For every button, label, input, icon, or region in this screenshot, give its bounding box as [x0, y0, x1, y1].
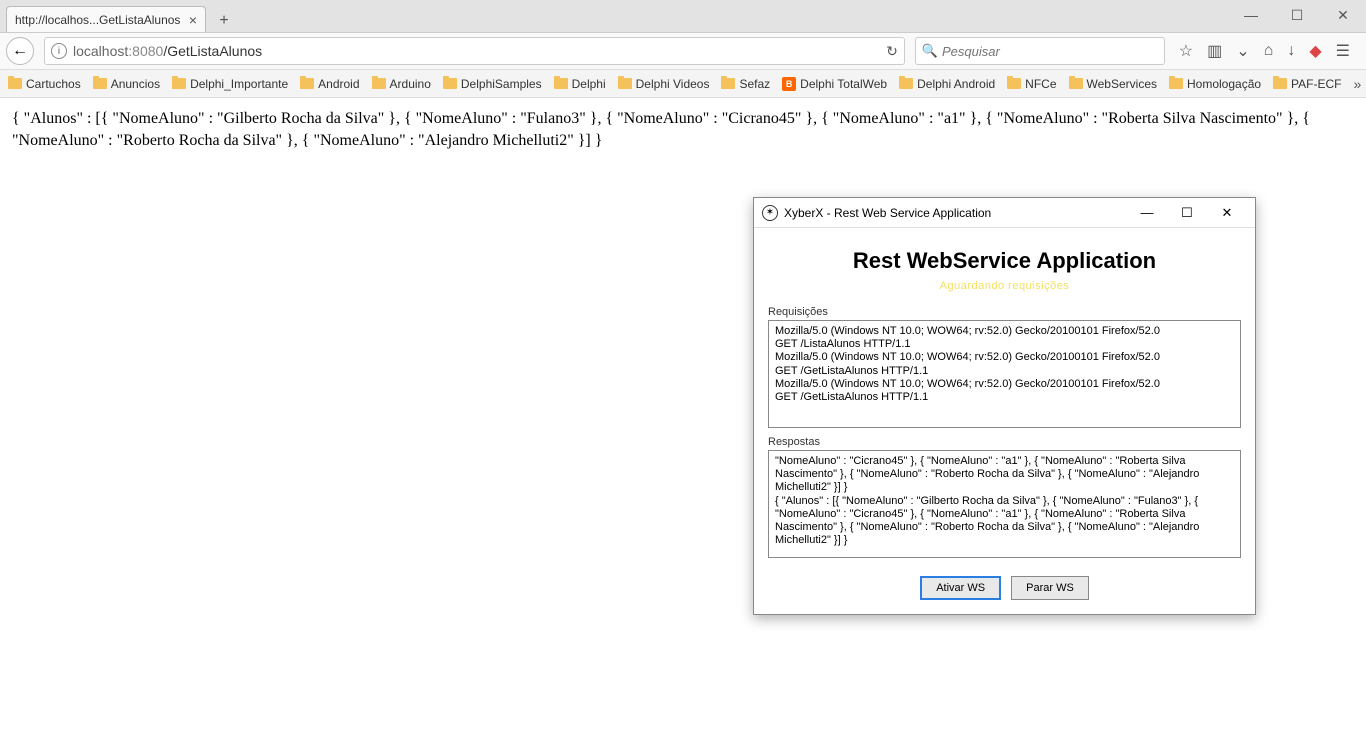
tab-strip: http://localhos...GetListaAlunos × + — ☐… [0, 0, 1366, 32]
app-close-button[interactable]: ✕ [1207, 201, 1247, 225]
bookmark-label: DelphiSamples [461, 77, 542, 91]
bookmark-label: Delphi Videos [636, 77, 710, 91]
app-icon: ✶ [762, 205, 778, 221]
responses-log[interactable]: "NomeAluno" : "Cicrano45" }, { "NomeAlun… [768, 450, 1241, 558]
new-tab-button[interactable]: + [212, 10, 236, 32]
bookmark-label: Delphi [572, 77, 606, 91]
bookmark-item[interactable]: DelphiSamples [443, 77, 542, 91]
app-titlebar[interactable]: ✶ XyberX - Rest Web Service Application … [754, 198, 1255, 228]
bookmark-label: Homologação [1187, 77, 1261, 91]
folder-icon [1169, 78, 1183, 89]
requests-log[interactable]: Mozilla/5.0 (Windows NT 10.0; WOW64; rv:… [768, 320, 1241, 428]
bookmark-item[interactable]: Arduino [372, 77, 431, 91]
bookmark-label: Android [318, 77, 359, 91]
bookmark-item[interactable]: Delphi [554, 77, 606, 91]
response-json-text: { "Alunos" : [{ "NomeAluno" : "Gilberto … [12, 110, 1310, 149]
downloads-icon[interactable]: ↓ [1287, 42, 1295, 60]
app-subheading: Aguardando requisições [768, 280, 1241, 292]
folder-icon [8, 78, 22, 89]
close-tab-icon[interactable]: × [189, 12, 197, 28]
tab-title: http://localhos...GetListaAlunos [15, 13, 180, 27]
app-window-title: XyberX - Rest Web Service Application [784, 206, 991, 220]
nav-bar: ← i localhost:8080/GetListaAlunos ↻ 🔍 ☆ … [0, 32, 1366, 70]
window-close-button[interactable]: ✕ [1320, 0, 1366, 30]
library-icon[interactable]: ▥ [1207, 41, 1222, 61]
folder-icon [1273, 78, 1287, 89]
requests-label: Requisições [768, 306, 1241, 318]
bookmark-item[interactable]: PAF-ECF [1273, 77, 1341, 91]
stop-ws-button[interactable]: Parar WS [1011, 576, 1089, 600]
bookmark-item[interactable]: Anuncios [93, 77, 160, 91]
app-window: ✶ XyberX - Rest Web Service Application … [753, 197, 1256, 615]
bookmark-item[interactable]: Homologação [1169, 77, 1261, 91]
browser-tab[interactable]: http://localhos...GetListaAlunos × [6, 6, 206, 32]
search-icon: 🔍 [922, 43, 938, 59]
folder-icon [554, 78, 568, 89]
bookmark-item[interactable]: Sefaz [721, 77, 770, 91]
pocket-icon[interactable]: ⌄ [1236, 41, 1249, 61]
folder-icon [899, 78, 913, 89]
activate-ws-button[interactable]: Ativar WS [920, 576, 1001, 600]
bookmark-item[interactable]: Delphi Videos [618, 77, 710, 91]
bookmark-label: Delphi TotalWeb [800, 77, 887, 91]
bookmark-label: Anuncios [111, 77, 160, 91]
blogger-icon: B [782, 77, 796, 91]
bookmark-item[interactable]: NFCe [1007, 77, 1056, 91]
responses-label: Respostas [768, 436, 1241, 448]
folder-icon [618, 78, 632, 89]
window-maximize-button[interactable]: ☐ [1274, 0, 1320, 30]
folder-icon [172, 78, 186, 89]
bookmark-label: PAF-ECF [1291, 77, 1341, 91]
url-text: localhost:8080/GetListaAlunos [73, 43, 886, 59]
folder-icon [1007, 78, 1021, 89]
bookmark-label: NFCe [1025, 77, 1056, 91]
folder-icon [93, 78, 107, 89]
folder-icon [300, 78, 314, 89]
search-input[interactable] [942, 44, 1158, 59]
menu-icon[interactable]: ☰ [1336, 41, 1350, 61]
bookmark-label: Cartuchos [26, 77, 81, 91]
bookmark-label: Sefaz [739, 77, 770, 91]
bookmark-item[interactable]: B Delphi TotalWeb [782, 77, 887, 91]
bookmark-item[interactable]: Cartuchos [8, 77, 81, 91]
bookmark-label: Delphi_Importante [190, 77, 288, 91]
bookmark-label: Delphi Android [917, 77, 995, 91]
folder-icon [443, 78, 457, 89]
search-bar[interactable]: 🔍 [915, 37, 1165, 65]
reload-icon[interactable]: ↻ [886, 43, 898, 60]
app-minimize-button[interactable]: — [1127, 201, 1167, 225]
bookmark-item[interactable]: Delphi Android [899, 77, 995, 91]
bookmark-label: Arduino [390, 77, 431, 91]
url-bar[interactable]: i localhost:8080/GetListaAlunos ↻ [44, 37, 905, 65]
bookmarks-bar: Cartuchos Anuncios Delphi_Importante Androi… [0, 70, 1366, 98]
site-info-icon[interactable]: i [51, 43, 67, 59]
app-heading: Rest WebService Application [768, 248, 1241, 274]
extension-icon[interactable]: ◆ [1309, 41, 1321, 61]
bookmark-star-icon[interactable]: ☆ [1179, 41, 1193, 61]
bookmark-item[interactable]: WebServices [1069, 77, 1157, 91]
folder-icon [721, 78, 735, 89]
folder-icon [1069, 78, 1083, 89]
app-maximize-button[interactable]: ☐ [1167, 201, 1207, 225]
back-button[interactable]: ← [6, 37, 34, 65]
home-icon[interactable]: ⌂ [1264, 42, 1274, 60]
page-body: { "Alunos" : [{ "NomeAluno" : "Gilberto … [0, 98, 1366, 161]
bookmark-item[interactable]: Android [300, 77, 359, 91]
window-minimize-button[interactable]: — [1228, 0, 1274, 30]
folder-icon [372, 78, 386, 89]
bookmark-item[interactable]: Delphi_Importante [172, 77, 288, 91]
bookmark-label: WebServices [1087, 77, 1157, 91]
bookmarks-overflow-icon[interactable]: » [1354, 76, 1366, 92]
